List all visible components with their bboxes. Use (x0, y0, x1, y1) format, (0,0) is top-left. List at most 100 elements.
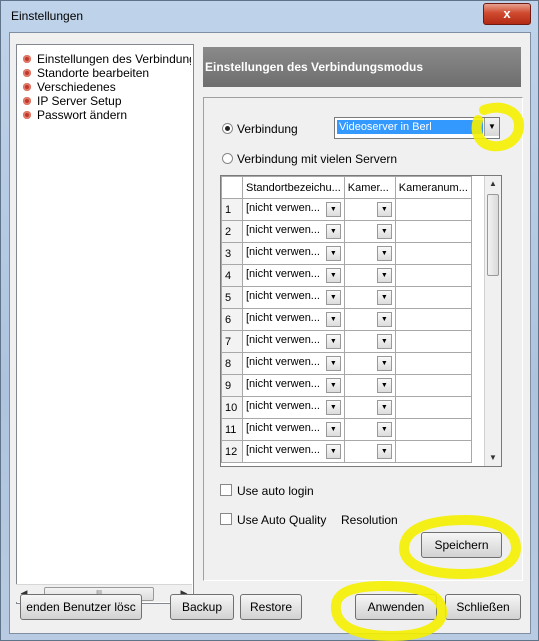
site-cell[interactable]: [nicht verwen... ▼ (242, 308, 345, 331)
title-bar[interactable]: Einstellungen x (1, 1, 538, 31)
camera-cell[interactable]: ▼ (343, 396, 396, 419)
chevron-down-icon[interactable]: ▼ (325, 400, 341, 415)
chevron-down-icon[interactable]: ▼ (376, 290, 392, 305)
camera-number-cell[interactable] (394, 418, 472, 441)
column-header-camera-number[interactable]: Kameranum... (394, 176, 472, 199)
camera-number-cell[interactable] (394, 286, 472, 309)
scroll-thumb[interactable] (487, 194, 499, 276)
camera-number-cell[interactable] (394, 308, 472, 331)
table-row[interactable]: 7 [nicht verwen... ▼ ▼ (221, 330, 472, 353)
radio-multi-server[interactable]: Verbindung mit vielen Servern (222, 152, 397, 166)
camera-cell[interactable]: ▼ (343, 418, 396, 441)
site-cell[interactable]: [nicht verwen... ▼ (242, 220, 345, 243)
column-header-site[interactable]: Standortbezeichu... (242, 176, 345, 199)
chevron-down-icon[interactable]: ▼ (325, 378, 341, 393)
camera-number-cell[interactable] (394, 440, 472, 463)
chevron-down-icon[interactable]: ▼ (325, 444, 341, 459)
table-row[interactable]: 1 [nicht verwen... ▼ ▼ (221, 198, 472, 221)
chevron-down-icon[interactable]: ▼ (376, 268, 392, 283)
table-row[interactable]: 4 [nicht verwen... ▼ ▼ (221, 264, 472, 287)
site-cell[interactable]: [nicht verwen... ▼ (242, 242, 345, 265)
auto-login-checkbox[interactable]: Use auto login (220, 484, 314, 498)
scroll-up-icon[interactable]: ▲ (485, 176, 501, 192)
chevron-down-icon[interactable]: ▼ (376, 378, 392, 393)
camera-number-cell[interactable] (394, 264, 472, 287)
camera-cell[interactable]: ▼ (343, 352, 396, 375)
chevron-down-icon[interactable]: ▼ (325, 312, 341, 327)
camera-cell[interactable]: ▼ (343, 286, 396, 309)
save-button[interactable]: Speichern (421, 532, 502, 558)
camera-cell[interactable]: ▼ (343, 440, 396, 463)
table-row[interactable]: 6 [nicht verwen... ▼ ▼ (221, 308, 472, 331)
chevron-down-icon[interactable]: ▼ (325, 290, 341, 305)
chevron-down-icon[interactable]: ▼ (325, 334, 341, 349)
camera-number-cell[interactable] (394, 330, 472, 353)
chevron-down-icon[interactable]: ▼ (325, 356, 341, 371)
tree-item-ip-server-setup[interactable]: IP Server Setup (23, 94, 191, 108)
site-cell[interactable]: [nicht verwen... ▼ (242, 352, 345, 375)
camera-number-cell[interactable] (394, 352, 472, 375)
chevron-down-icon[interactable]: ▼ (376, 422, 392, 437)
table-row[interactable]: 3 [nicht verwen... ▼ ▼ (221, 242, 472, 265)
tree-item-misc[interactable]: Verschiedenes (23, 80, 191, 94)
chevron-down-icon[interactable]: ▼ (376, 356, 392, 371)
table-row[interactable]: 11 [nicht verwen... ▼ ▼ (221, 418, 472, 441)
chevron-down-icon[interactable]: ▼ (376, 334, 392, 349)
camera-number-cell[interactable] (394, 242, 472, 265)
chevron-down-icon[interactable]: ▼ (376, 224, 392, 239)
chevron-down-icon[interactable]: ▼ (325, 246, 341, 261)
camera-number-cell[interactable] (394, 396, 472, 419)
chevron-down-icon[interactable]: ▼ (325, 202, 341, 217)
site-cell[interactable]: [nicht verwen... ▼ (242, 264, 345, 287)
chevron-down-icon[interactable]: ▼ (484, 118, 499, 136)
camera-cell[interactable]: ▼ (343, 264, 396, 287)
table-row[interactable]: 5 [nicht verwen... ▼ ▼ (221, 286, 472, 309)
camera-number-cell[interactable] (394, 198, 472, 221)
delete-user-button[interactable]: enden Benutzer lösc (20, 594, 142, 620)
scroll-down-icon[interactable]: ▼ (485, 450, 501, 466)
grid-vertical-scrollbar[interactable]: ▲ ▼ (484, 176, 501, 466)
chevron-down-icon[interactable]: ▼ (376, 312, 392, 327)
camera-cell[interactable]: ▼ (343, 220, 396, 243)
chevron-down-icon[interactable]: ▼ (325, 422, 341, 437)
chevron-down-icon[interactable]: ▼ (325, 224, 341, 239)
camera-cell[interactable]: ▼ (343, 374, 396, 397)
table-row[interactable]: 9 [nicht verwen... ▼ ▼ (221, 374, 472, 397)
site-cell[interactable]: [nicht verwen... ▼ (242, 198, 345, 221)
backup-button[interactable]: Backup (170, 594, 234, 620)
camera-number-cell[interactable] (394, 220, 472, 243)
tree-item-connection-mode[interactable]: Einstellungen des Verbindungsmodus (23, 52, 191, 66)
camera-cell[interactable]: ▼ (343, 198, 396, 221)
chevron-down-icon[interactable]: ▼ (325, 268, 341, 283)
column-header-camera[interactable]: Kamer... (343, 176, 396, 199)
close-button[interactable]: Schließen (445, 594, 521, 620)
chevron-down-icon[interactable]: ▼ (376, 400, 392, 415)
apply-button[interactable]: Anwenden (355, 594, 437, 620)
site-cell[interactable]: [nicht verwen... ▼ (242, 440, 345, 463)
auto-quality-checkbox[interactable]: Use Auto Quality (220, 513, 326, 527)
close-window-button[interactable]: x (483, 3, 531, 25)
site-value: [nicht verwen... (246, 444, 320, 456)
table-row[interactable]: 2 [nicht verwen... ▼ ▼ (221, 220, 472, 243)
site-cell[interactable]: [nicht verwen... ▼ (242, 396, 345, 419)
table-row[interactable]: 8 [nicht verwen... ▼ ▼ (221, 352, 472, 375)
camera-number-cell[interactable] (394, 374, 472, 397)
camera-cell[interactable]: ▼ (343, 242, 396, 265)
server-select[interactable]: Videoserver in Berl ▼ (334, 117, 500, 139)
chevron-down-icon[interactable]: ▼ (376, 202, 392, 217)
restore-button[interactable]: Restore (240, 594, 302, 620)
site-cell[interactable]: [nicht verwen... ▼ (242, 418, 345, 441)
tree-item-change-password[interactable]: Passwort ändern (23, 108, 191, 122)
table-row[interactable]: 10 [nicht verwen... ▼ ▼ (221, 396, 472, 419)
table-row[interactable]: 12 [nicht verwen... ▼ ▼ (221, 440, 472, 463)
site-cell[interactable]: [nicht verwen... ▼ (242, 374, 345, 397)
camera-cell[interactable]: ▼ (343, 308, 396, 331)
radio-single-connection[interactable]: Verbindung (222, 122, 298, 136)
site-value: [nicht verwen... (246, 246, 320, 258)
chevron-down-icon[interactable]: ▼ (376, 444, 392, 459)
camera-cell[interactable]: ▼ (343, 330, 396, 353)
tree-item-edit-sites[interactable]: Standorte bearbeiten (23, 66, 191, 80)
chevron-down-icon[interactable]: ▼ (376, 246, 392, 261)
site-cell[interactable]: [nicht verwen... ▼ (242, 286, 345, 309)
site-cell[interactable]: [nicht verwen... ▼ (242, 330, 345, 353)
